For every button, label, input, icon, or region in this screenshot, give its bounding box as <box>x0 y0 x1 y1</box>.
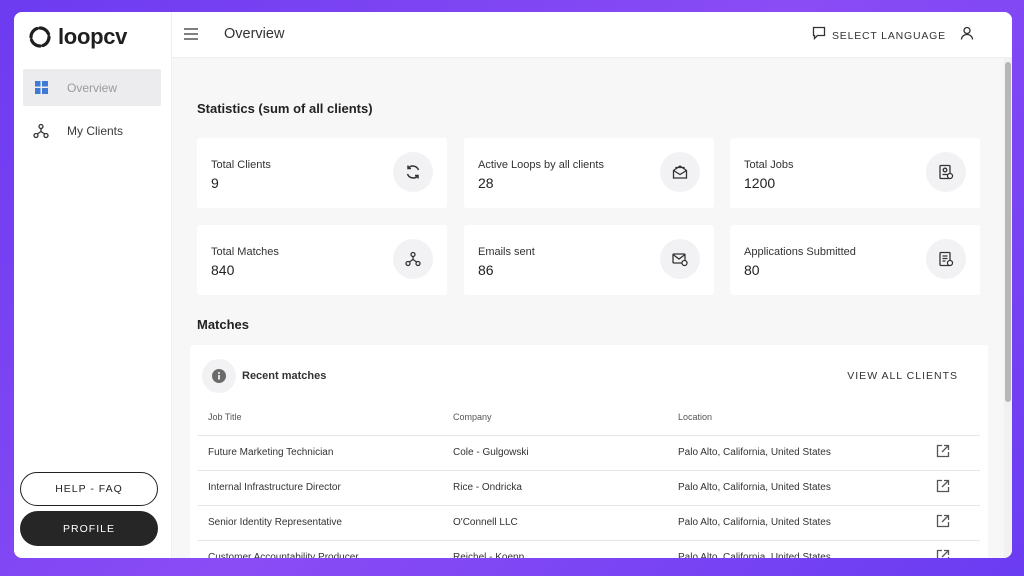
app-window: loopcv Overview My Clients HELP - FAQ PR… <box>14 12 1012 558</box>
job-title-cell: Future Marketing Technician <box>198 435 443 471</box>
recent-matches-title: Recent matches <box>242 370 327 382</box>
refresh-icon <box>393 152 433 192</box>
table-row: Customer Accountability Producer Reichel… <box>198 540 980 558</box>
location-cell: Palo Alto, California, United States <box>668 505 918 541</box>
stat-label: Active Loops by all clients <box>478 159 604 171</box>
view-all-clients-button[interactable]: VIEW ALL CLIENTS <box>847 370 958 382</box>
dashboard-grid-icon <box>33 80 49 96</box>
column-header-actions <box>918 399 980 436</box>
location-cell: Palo Alto, California, United States <box>668 470 918 506</box>
open-link-cell <box>918 505 980 541</box>
profile-button[interactable]: PROFILE <box>20 511 158 546</box>
table-row: Internal Infrastructure Director Rice - … <box>198 470 980 506</box>
network-nodes-icon <box>33 123 49 139</box>
location-cell: Palo Alto, California, United States <box>668 435 918 471</box>
stat-value: 80 <box>744 262 760 278</box>
logo[interactable]: loopcv <box>28 24 127 50</box>
stat-value: 86 <box>478 262 494 278</box>
stat-card-applications-submitted: Applications Submitted 80 <box>730 225 980 295</box>
stat-label: Total Clients <box>211 159 271 171</box>
open-link-cell <box>918 435 980 471</box>
job-title-cell: Customer Accountability Producer <box>198 540 443 558</box>
stat-value: 840 <box>211 262 235 278</box>
company-cell: O'Connell LLC <box>443 505 668 541</box>
hamburger-menu-icon[interactable] <box>184 27 198 45</box>
column-header-location: Location <box>668 399 918 436</box>
scrollbar[interactable] <box>1004 58 1012 558</box>
logo-text: loopcv <box>58 24 128 49</box>
network-nodes-icon <box>393 239 433 279</box>
location-cell: Palo Alto, California, United States <box>668 540 918 558</box>
help-faq-button[interactable]: HELP - FAQ <box>20 472 158 506</box>
sidebar-item-label: My Clients <box>67 123 124 138</box>
info-icon <box>202 359 236 393</box>
sidebar: loopcv Overview My Clients HELP - FAQ PR… <box>14 12 172 558</box>
column-header-job-title: Job Title <box>198 399 443 436</box>
stat-card-total-jobs: Total Jobs 1200 <box>730 138 980 208</box>
main-content: Statistics (sum of all clients) Total Cl… <box>172 58 1004 558</box>
external-link-icon[interactable] <box>936 549 950 558</box>
user-icon[interactable] <box>960 26 974 45</box>
stat-value: 1200 <box>744 175 776 191</box>
job-badge-icon <box>926 152 966 192</box>
select-language-label: SELECT LANGUAGE <box>832 29 946 42</box>
open-link-cell <box>918 470 980 506</box>
job-title-cell: Senior Identity Representative <box>198 505 443 541</box>
message-square-icon <box>812 26 826 45</box>
external-link-icon[interactable] <box>936 479 950 496</box>
matches-panel: Recent matches VIEW ALL CLIENTS Job Titl… <box>190 345 988 558</box>
select-language-button[interactable]: SELECT LANGUAGE <box>812 26 946 45</box>
column-header-company: Company <box>443 399 668 436</box>
external-link-icon[interactable] <box>936 514 950 531</box>
topbar: Overview SELECT LANGUAGE <box>172 12 1012 58</box>
statistics-title: Statistics (sum of all clients) <box>197 101 373 116</box>
company-cell: Cole - Gulgowski <box>443 435 668 471</box>
stat-label: Total Matches <box>211 246 279 258</box>
sidebar-item-overview[interactable]: Overview <box>23 69 161 106</box>
stat-value: 9 <box>211 175 219 191</box>
email-check-icon <box>660 239 700 279</box>
open-link-cell <box>918 540 980 558</box>
stat-label: Total Jobs <box>744 159 794 171</box>
stat-card-active-loops: Active Loops by all clients 28 <box>464 138 714 208</box>
page-title: Overview <box>224 26 285 42</box>
sidebar-item-label: Overview <box>67 80 118 95</box>
job-title-cell: Internal Infrastructure Director <box>198 470 443 506</box>
document-check-icon <box>926 239 966 279</box>
table-row: Future Marketing Technician Cole - Gulgo… <box>198 435 980 471</box>
scrollbar-thumb[interactable] <box>1005 62 1011 402</box>
matches-table: Job Title Company Location Future Market… <box>198 399 980 558</box>
stat-card-emails-sent: Emails sent 86 <box>464 225 714 295</box>
table-header-row: Job Title Company Location <box>198 399 980 436</box>
envelope-open-icon <box>660 152 700 192</box>
stat-card-total-matches: Total Matches 840 <box>197 225 447 295</box>
company-cell: Reichel - Koepp <box>443 540 668 558</box>
matches-title: Matches <box>197 317 250 332</box>
stat-label: Emails sent <box>478 246 535 258</box>
company-cell: Rice - Ondricka <box>443 470 668 506</box>
sidebar-item-my-clients[interactable]: My Clients <box>23 112 161 149</box>
external-link-icon[interactable] <box>936 444 950 461</box>
table-row: Senior Identity Representative O'Connell… <box>198 505 980 541</box>
stat-label: Applications Submitted <box>744 246 856 258</box>
stat-value: 28 <box>478 175 494 191</box>
loop-logo-icon <box>28 25 52 49</box>
stat-card-total-clients: Total Clients 9 <box>197 138 447 208</box>
